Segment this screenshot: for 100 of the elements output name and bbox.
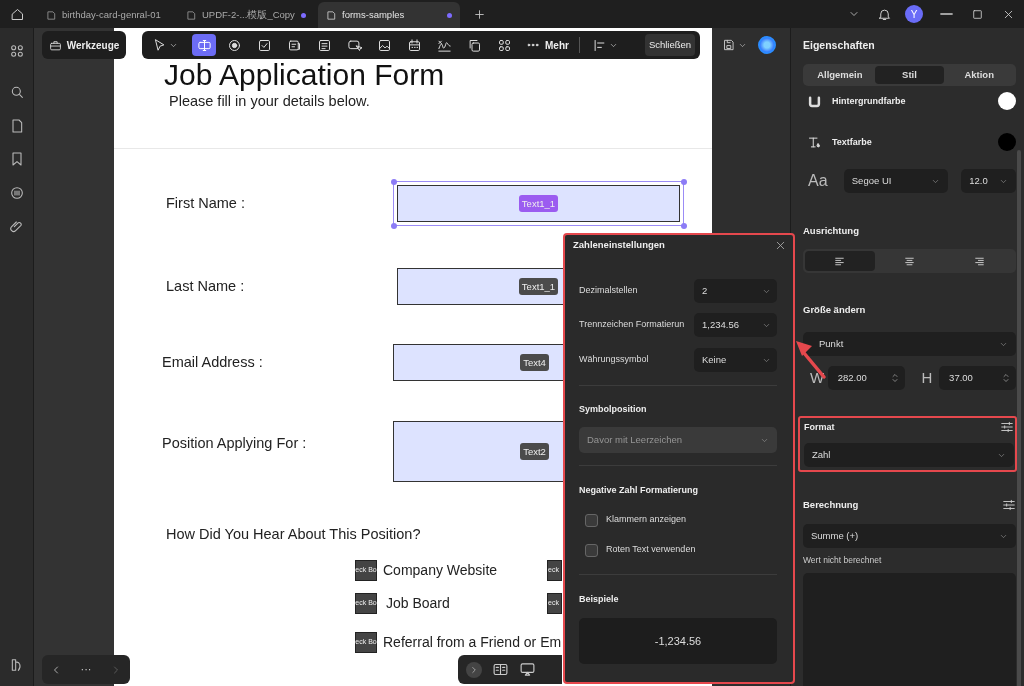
section-heading: Größe ändern <box>803 303 867 317</box>
document-title: Job Application Form <box>164 60 446 90</box>
number-input[interactable]: 282.00 <box>827 366 905 390</box>
document-icon <box>186 9 197 21</box>
field-label: First Name : <box>166 193 246 213</box>
section-heading: Berechnung <box>803 498 859 512</box>
dialog-title: Zahleneinstellungen <box>573 237 665 252</box>
color-swatch[interactable] <box>998 133 1016 151</box>
resize-handle[interactable] <box>390 222 397 229</box>
document-tab[interactable]: birthday-card-genral-01 <box>38 2 174 28</box>
calculation-field[interactable] <box>803 573 1016 686</box>
calculation-dropdown[interactable]: Summe (+) <box>803 524 1016 548</box>
document-icon <box>326 9 337 21</box>
number-input[interactable]: 37.00 <box>939 366 1016 390</box>
grid-icon <box>496 37 512 53</box>
image-icon <box>376 37 392 53</box>
font-sample: Aa <box>807 171 829 191</box>
property-label: Textfarbe <box>832 136 872 149</box>
signature-icon <box>436 37 452 53</box>
maximize-icon <box>971 7 984 21</box>
field-tag: Text1_1 <box>518 278 559 295</box>
dropdown[interactable]: 2 <box>694 279 777 303</box>
attachment-icon[interactable] <box>8 218 25 235</box>
sliders-icon[interactable] <box>1000 420 1014 434</box>
list-icon <box>316 37 332 53</box>
document-tab[interactable]: forms-samples <box>318 2 460 28</box>
comment-icon[interactable] <box>8 184 25 201</box>
field-tag: Text2 <box>520 443 549 460</box>
panel-tab[interactable]: Allgemein <box>805 66 875 84</box>
question-text: How Did You Hear About This Position? <box>166 525 422 544</box>
checkbox[interactable] <box>585 543 598 557</box>
close-form-button[interactable]: Schließen <box>645 34 695 56</box>
avatar[interactable]: Y <box>905 5 923 23</box>
section-heading: Ausrichtung <box>803 224 860 238</box>
plus-icon <box>472 7 486 21</box>
align-icon <box>591 37 607 53</box>
book-view-icon[interactable] <box>492 661 509 678</box>
toolbox-icon <box>48 38 62 52</box>
calendar-icon <box>406 37 422 53</box>
section-heading: Negative Zahl Formatierung <box>579 484 700 497</box>
resize-handle[interactable] <box>390 178 397 185</box>
text-field-icon <box>196 37 212 53</box>
apps-icon[interactable] <box>8 42 25 59</box>
panel-tab[interactable]: Aktion <box>944 66 1014 84</box>
dropdown[interactable]: 1,234.56 <box>694 313 777 337</box>
field-label: Email Address : <box>162 352 264 372</box>
setting-label: Währungssymbol <box>579 353 649 367</box>
field-label: Last Name : <box>166 276 246 296</box>
text-color-icon <box>807 134 822 150</box>
chevron-right-icon <box>469 664 479 675</box>
example-preview: -1,234.56 <box>579 618 777 664</box>
document-subtitle: Please fill in your details below. <box>169 92 371 111</box>
text-field-tool[interactable] <box>192 34 216 56</box>
combo-box-icon <box>286 37 302 53</box>
font-dropdown[interactable]: Segoe UI <box>843 169 949 193</box>
tools-button[interactable]: Werkzeuge <box>42 31 126 59</box>
minimize-icon <box>940 13 953 15</box>
marked-square-icon <box>256 37 272 53</box>
expand-button[interactable] <box>466 661 482 678</box>
panel-tab[interactable]: Stil <box>874 66 945 84</box>
field-tag: Text4 <box>520 354 549 371</box>
bell-icon <box>876 6 892 22</box>
button-icon <box>346 37 362 53</box>
dropdown[interactable]: Keine <box>694 348 777 372</box>
target-icon <box>226 37 242 53</box>
panel-title: Eigenschaften <box>803 38 876 53</box>
more-button[interactable]: Mehr <box>526 34 569 56</box>
section-heading: Beispiele <box>579 593 620 606</box>
format-dropdown[interactable]: Zahl <box>804 443 1014 467</box>
copy-icon <box>466 37 482 53</box>
font-size-dropdown[interactable]: 12.0 <box>961 169 1016 193</box>
field-tag: Text1_1 <box>518 195 559 212</box>
presentation-icon[interactable] <box>519 661 536 678</box>
size-label: H <box>920 367 934 388</box>
checkbox[interactable] <box>585 513 598 527</box>
text-field[interactable]: Text1_1 <box>397 185 680 222</box>
alignment-option[interactable] <box>805 251 875 271</box>
setting-label: Dezimalstellen <box>579 284 638 298</box>
setting-label: Trennzeichen Formatierun <box>579 318 685 332</box>
cursor-icon <box>152 37 167 53</box>
more-pages-button[interactable]: ··· <box>80 661 92 678</box>
save-icon <box>722 38 736 52</box>
resize-handle[interactable] <box>680 222 687 229</box>
size-mode-dropdown[interactable]: Punkt <box>803 332 1016 356</box>
option-label: Job Board <box>386 595 450 611</box>
document-icon <box>46 9 57 21</box>
checkbox-label: Klammern anzeigen <box>606 513 687 527</box>
option-label: Referral from a Friend or Em <box>383 634 562 650</box>
property-label: Hintergrundfarbe <box>832 95 906 108</box>
option-label: Company Website <box>383 562 498 578</box>
section-heading: Symbolposition <box>579 403 648 416</box>
checkbox-label: Roten Text verwenden <box>606 543 696 557</box>
resize-handle[interactable] <box>680 178 687 185</box>
home-icon <box>9 6 25 22</box>
document-tab[interactable]: UPDF-2-...模版_Copy <box>178 2 314 28</box>
calculation-note: Wert nicht berechnet <box>803 554 883 566</box>
sliders-icon[interactable] <box>1002 498 1016 512</box>
field-label: Position Applying For : <box>162 434 308 453</box>
section-heading: Format <box>804 421 835 434</box>
color-swatch[interactable] <box>998 92 1016 110</box>
